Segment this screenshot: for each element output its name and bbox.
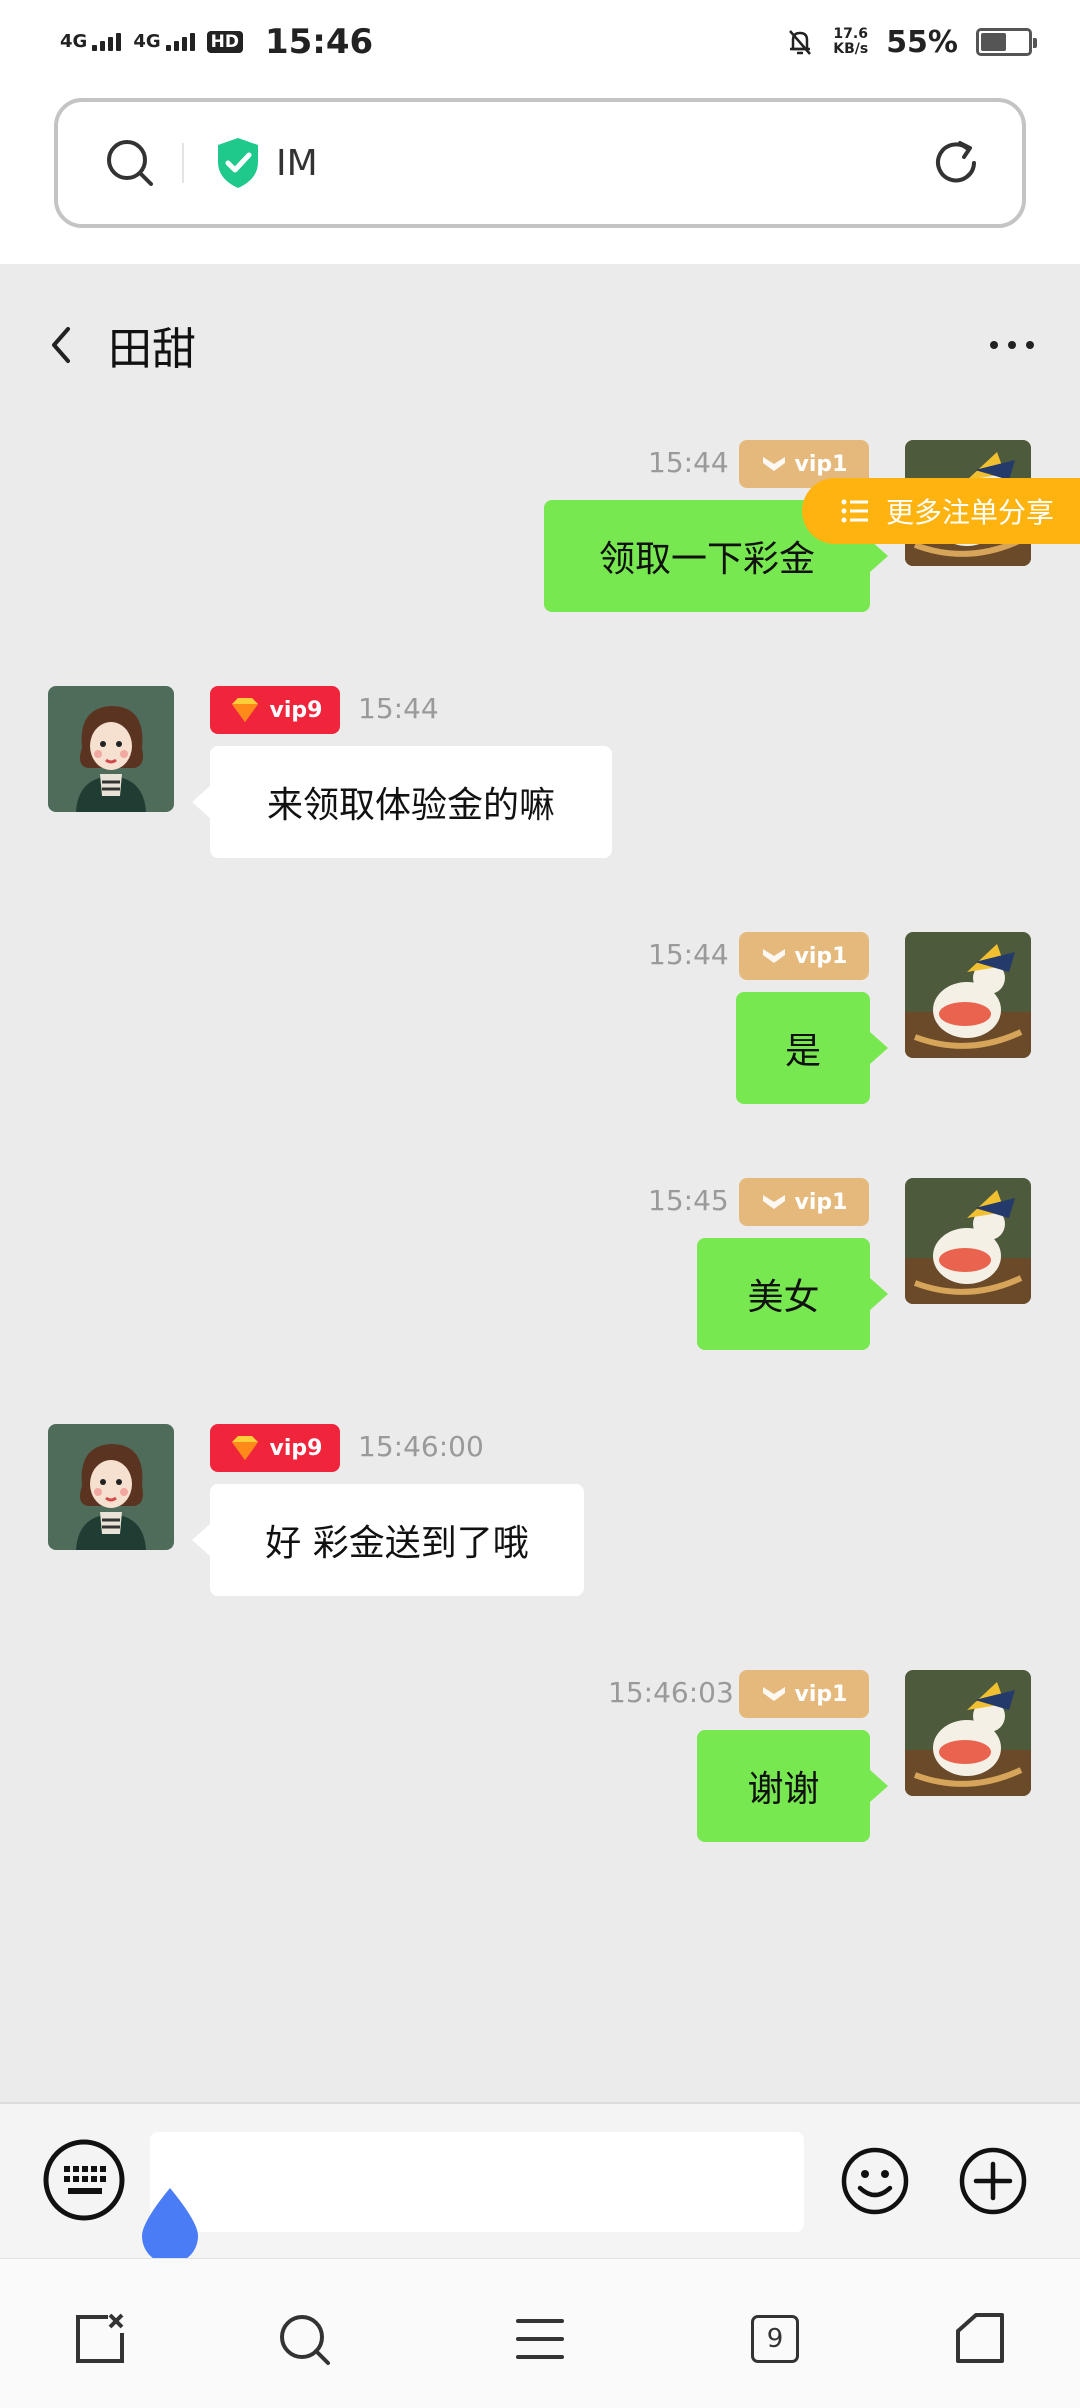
menu-icon (516, 2319, 564, 2359)
battery-icon (976, 28, 1037, 56)
message-time: 15:44 (648, 446, 729, 479)
close-page-icon (76, 2313, 124, 2363)
close-page-button[interactable] (70, 2309, 130, 2369)
net-speed-value: 17.6 (833, 26, 868, 42)
vip-label: vip1 (794, 1681, 848, 1707)
user-avatar-image (905, 1178, 1031, 1304)
message-bubble[interactable]: 美女 (697, 1238, 888, 1350)
chat-header: 田甜 (0, 290, 1080, 400)
chat-title: 田甜 (108, 324, 196, 375)
plus-icon[interactable] (958, 2146, 1028, 2216)
avatar[interactable] (905, 1178, 1031, 1304)
message-bubble[interactable]: 好 彩金送到了哦 (192, 1484, 584, 1596)
signal-1: 4G (60, 31, 122, 52)
home-button[interactable] (950, 2309, 1010, 2369)
contact-avatar-image (48, 686, 174, 812)
message-time: 15:44 (648, 938, 729, 971)
vip-badge: vip9 (210, 1424, 340, 1472)
user-avatar-image (905, 932, 1031, 1058)
address-bar[interactable]: IM (54, 98, 1026, 228)
vip-badge: vip1 (739, 1670, 869, 1718)
list-icon (841, 499, 868, 523)
mute-bell-icon (789, 30, 812, 55)
hd-badge: HD (206, 31, 243, 53)
status-bar: 4G 4G HD 15:46 17.6 KB/s 55% (0, 0, 1080, 84)
message-bubble[interactable]: 来领取体验金的嘛 (192, 746, 612, 858)
net-speed-unit: KB/s (833, 41, 869, 57)
browser-top-bar: IM (0, 84, 1080, 264)
address-divider (182, 143, 184, 183)
net-speed: 17.6 KB/s (833, 27, 868, 57)
message-bubble[interactable]: 谢谢 (697, 1730, 888, 1842)
home-icon (956, 2313, 1004, 2363)
vip-label: vip1 (794, 943, 848, 969)
search-icon[interactable] (104, 137, 156, 189)
signal-bars-icon (165, 33, 195, 51)
contact-avatar-image (48, 1424, 174, 1550)
avatar[interactable] (905, 932, 1031, 1058)
vip-label: vip9 (269, 697, 323, 723)
browser-bottom-nav: 9 (0, 2258, 1080, 2408)
status-time: 15:46 (264, 22, 374, 62)
avatar[interactable] (48, 686, 174, 812)
refresh-icon[interactable] (930, 137, 982, 189)
shield-check-icon (218, 138, 258, 188)
keyboard-icon[interactable] (42, 2138, 126, 2222)
vip-label: vip1 (794, 1189, 848, 1215)
avatar[interactable] (48, 1424, 174, 1550)
tab-count: 9 (751, 2315, 799, 2363)
message-input[interactable] (150, 2132, 804, 2232)
emoji-icon[interactable] (840, 2146, 910, 2216)
user-avatar-image (905, 1670, 1031, 1796)
vip-badge: vip1 (739, 1178, 869, 1226)
share-bets-button[interactable]: 更多注单分享 (802, 478, 1080, 544)
back-arrow-icon[interactable] (44, 323, 78, 367)
vip-chevron-icon (762, 457, 785, 471)
message-time: 15:46:03 (608, 1676, 734, 1709)
address-text[interactable]: IM (276, 143, 318, 184)
message-time: 15:44 (358, 692, 439, 725)
share-label: 更多注单分享 (886, 496, 1055, 529)
more-dots-icon[interactable] (988, 337, 1036, 353)
crown-gem-icon (231, 698, 258, 722)
network-type-1: 4G (60, 31, 88, 52)
vip-chevron-icon (762, 1195, 785, 1209)
vip-badge: vip9 (210, 686, 340, 734)
message-time: 15:46:00 (358, 1430, 484, 1463)
avatar[interactable] (905, 1670, 1031, 1796)
battery-fill (981, 33, 1007, 51)
network-type-2: 4G (133, 31, 161, 52)
tabs-button[interactable]: 9 (745, 2309, 805, 2369)
vip-chevron-icon (762, 949, 785, 963)
search-icon (280, 2315, 330, 2365)
signal-bars-icon (92, 33, 122, 51)
menu-button[interactable] (510, 2309, 570, 2369)
vip-badge: vip1 (739, 932, 869, 980)
signal-2: 4G (133, 31, 195, 52)
vip-label: vip9 (269, 1435, 323, 1461)
message-bubble[interactable]: 是 (736, 992, 888, 1104)
crown-gem-icon (231, 1436, 258, 1460)
battery-percent: 55% (886, 24, 958, 60)
message-time: 15:45 (648, 1184, 729, 1217)
cursor-handle-icon[interactable] (138, 2186, 202, 2266)
vip-label: vip1 (794, 451, 848, 477)
search-nav-button[interactable] (274, 2309, 334, 2369)
vip-chevron-icon (762, 1687, 785, 1701)
